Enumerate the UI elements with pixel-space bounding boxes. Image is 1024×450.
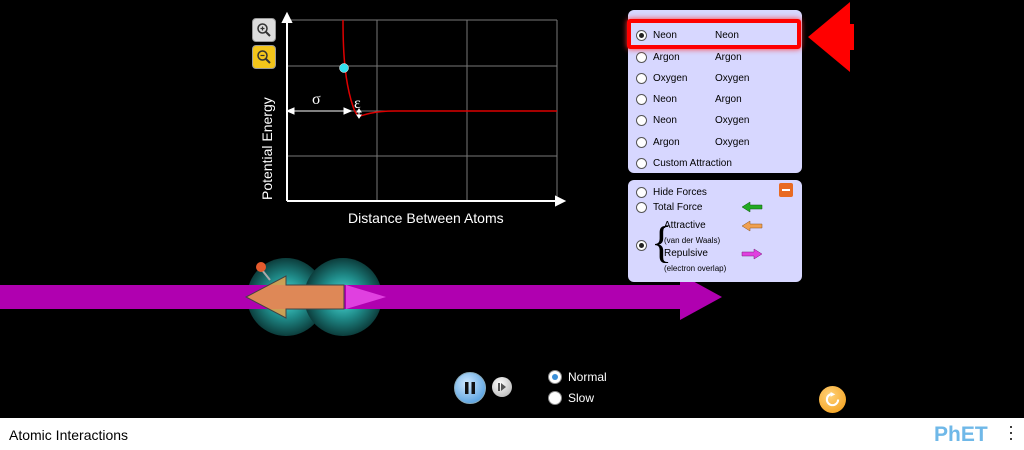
atom-a-label: Argon: [653, 136, 680, 148]
speed-slow-label: Slow: [568, 391, 595, 405]
forces-panel: Hide Forces Total Force { Attractive (va…: [628, 180, 802, 282]
attractive-sublabel: (van der Waals): [664, 236, 721, 245]
sigma-marker: [285, 107, 353, 115]
zoom-out-button[interactable]: [252, 45, 276, 69]
minus-icon: [782, 189, 790, 191]
atom-a-label: Neon: [653, 93, 677, 105]
menu-icon[interactable]: ⋯: [1001, 424, 1021, 442]
radio-button[interactable]: [636, 157, 647, 169]
speed-slow-option[interactable]: Slow: [548, 391, 594, 405]
attractive-label: Attractive: [664, 220, 706, 231]
atom-option-neon-argon[interactable]: Neon Argon: [636, 91, 742, 107]
pause-icon: [465, 382, 475, 394]
radio-button[interactable]: [548, 370, 562, 384]
repulsive-arrow-icon: [741, 248, 763, 260]
atom-option-argon-oxygen[interactable]: Argon Oxygen: [636, 134, 749, 150]
step-icon: [498, 383, 506, 391]
atom-option-oxygen-oxygen[interactable]: Oxygen Oxygen: [636, 70, 749, 86]
atom-b-label: Argon: [715, 51, 742, 63]
radio-button[interactable]: [636, 186, 647, 198]
pointer-arrow-icon: [808, 2, 854, 72]
hide-forces-label: Hide Forces: [653, 186, 707, 198]
atom-b-label: Oxygen: [715, 136, 750, 148]
atom-option-neon-oxygen[interactable]: Neon Oxygen: [636, 112, 749, 128]
y-axis-label: Potential Energy: [259, 97, 275, 200]
atom-option-custom-attraction[interactable]: Custom Attraction: [636, 155, 732, 171]
pause-button[interactable]: [454, 372, 486, 404]
reset-icon: [825, 392, 840, 407]
radio-button[interactable]: [636, 136, 647, 148]
zoom-out-icon: [257, 50, 271, 64]
potential-curve: [342, 19, 557, 117]
sigma-label: σ: [312, 91, 321, 108]
total-force-option[interactable]: Total Force: [636, 199, 702, 215]
zoom-in-button[interactable]: [252, 18, 276, 42]
phet-logo[interactable]: PhET: [934, 423, 988, 447]
zoom-in-icon: [257, 23, 271, 37]
potential-energy-graph: σ ε Potential Energy Distance Between At…: [259, 11, 567, 226]
radio-button[interactable]: [636, 51, 647, 63]
radio-button[interactable]: [636, 201, 647, 213]
radio-button[interactable]: [636, 72, 647, 84]
navigation-bar: Atomic Interactions PhET ⋯: [0, 418, 1024, 450]
selection-highlight-box: [627, 19, 801, 49]
step-button[interactable]: [492, 377, 512, 397]
collapse-button[interactable]: [779, 183, 793, 197]
radio-button[interactable]: [636, 114, 647, 126]
total-force-label: Total Force: [653, 201, 703, 213]
atom-a-label: Neon: [653, 114, 677, 126]
atom-b-label: Argon: [715, 93, 742, 105]
radio-button[interactable]: [636, 239, 647, 251]
sim-title: Atomic Interactions: [9, 427, 129, 443]
graph-axes: [281, 11, 567, 207]
radio-button[interactable]: [548, 391, 562, 405]
atom-option-argon-argon[interactable]: Argon Argon: [636, 49, 742, 65]
reset-button[interactable]: [819, 386, 846, 413]
repulsive-label: Repulsive: [664, 248, 708, 259]
speed-normal-option[interactable]: Normal: [548, 370, 607, 384]
atom-b-label: Oxygen: [715, 114, 750, 126]
total-force-arrow-icon: [741, 201, 763, 213]
atoms-area: [0, 258, 722, 336]
atom-b-label: Oxygen: [715, 72, 750, 84]
atom-a-label: Argon: [653, 51, 680, 63]
atom-a-label: Custom Attraction: [653, 157, 732, 169]
repulsive-sublabel: (electron overlap): [664, 264, 727, 273]
epsilon-label: ε: [354, 95, 361, 112]
atom-a-label: Oxygen: [653, 72, 688, 84]
hide-forces-option[interactable]: Hide Forces: [636, 184, 707, 200]
potential-handle[interactable]: [339, 63, 349, 73]
radio-button[interactable]: [636, 93, 647, 105]
speed-normal-label: Normal: [568, 370, 607, 384]
attractive-arrow-icon: [741, 220, 763, 232]
x-axis-label: Distance Between Atoms: [348, 210, 504, 226]
